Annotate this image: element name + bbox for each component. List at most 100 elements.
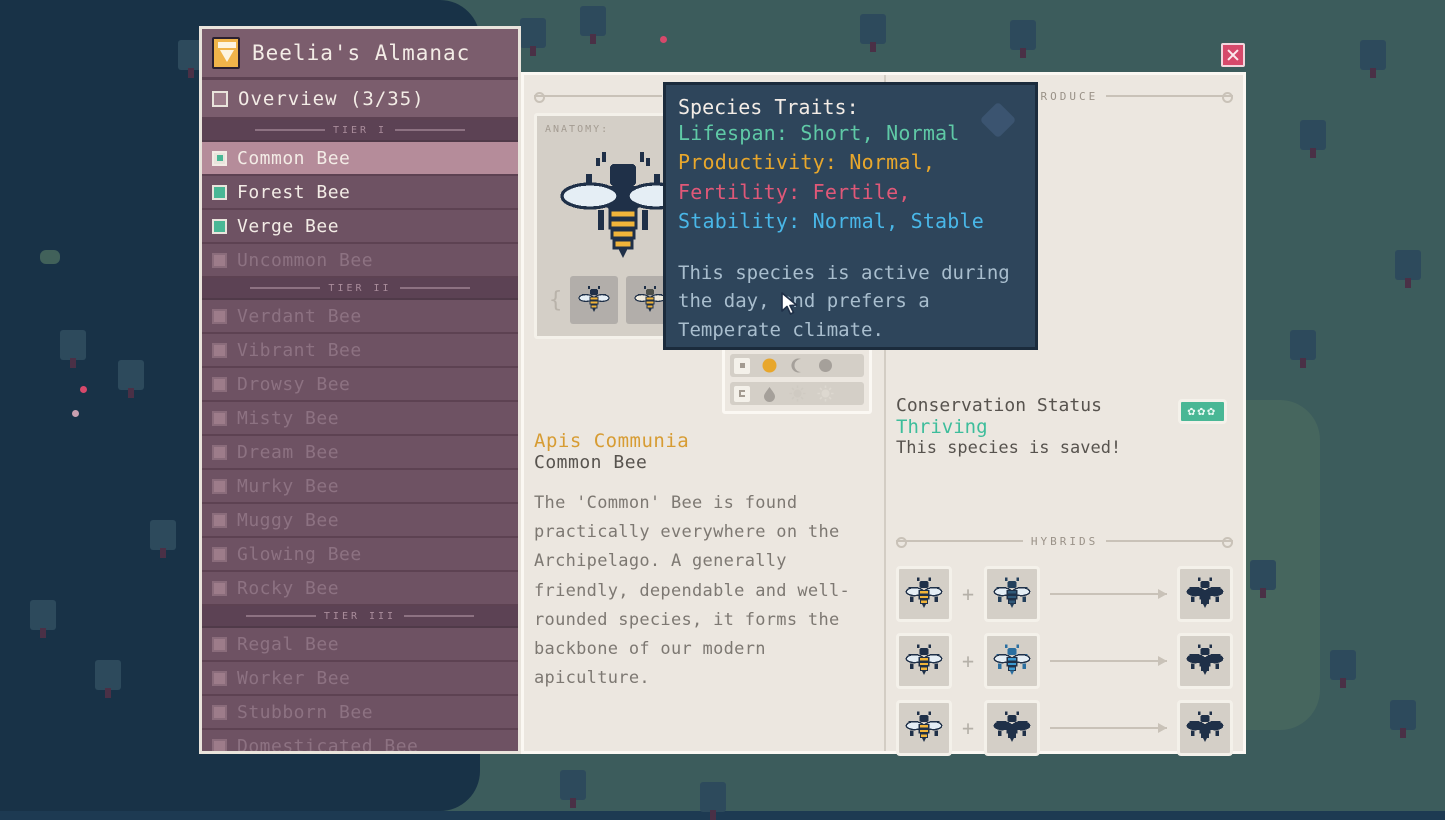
sidebar-item-muggy-bee[interactable]: Muggy Bee bbox=[202, 504, 518, 538]
hot-icon[interactable] bbox=[817, 385, 834, 402]
species-checkbox-icon bbox=[212, 410, 227, 426]
species-name-label: Worker Bee bbox=[237, 667, 351, 689]
close-icon[interactable] bbox=[1221, 43, 1245, 67]
scientific-name: Apis Communia bbox=[534, 430, 690, 452]
plus-icon: + bbox=[962, 716, 975, 740]
page-title: Beelia's Almanac bbox=[252, 41, 471, 65]
hybrid-parent-a[interactable] bbox=[896, 633, 952, 689]
species-checkbox-icon bbox=[212, 546, 227, 562]
species-checkbox-icon bbox=[212, 738, 227, 751]
species-name-label: Forest Bee bbox=[237, 181, 351, 203]
sidebar-item-forest-bee[interactable]: Forest Bee bbox=[202, 176, 518, 210]
sidebar-item-vibrant-bee[interactable]: Vibrant Bee bbox=[202, 334, 518, 368]
window-title-bar: Beelia's Almanac bbox=[202, 29, 518, 80]
climate-key-icon bbox=[734, 385, 750, 402]
hybrid-row: + bbox=[896, 566, 1233, 622]
sidebar-item-worker-bee[interactable]: Worker Bee bbox=[202, 662, 518, 696]
sidebar-item-glowing-bee[interactable]: Glowing Bee bbox=[202, 538, 518, 572]
species-checkbox-icon bbox=[212, 478, 227, 494]
mouse-cursor bbox=[781, 292, 799, 320]
cold-icon[interactable] bbox=[761, 385, 778, 402]
sidebar-item-domesticated-bee[interactable]: Domesticated Bee bbox=[202, 730, 518, 754]
species-traits-icons[interactable] bbox=[722, 345, 872, 414]
species-name-label: Stubborn Bee bbox=[237, 701, 374, 723]
tier-label: TIER II bbox=[328, 282, 392, 294]
tier-separator: TIER III bbox=[202, 606, 518, 628]
tooltip-trait-line: Fertility: Fertile, bbox=[678, 179, 911, 204]
hybrids-header-label: HYBRIDS bbox=[1030, 534, 1099, 548]
dusk-icon[interactable] bbox=[817, 357, 834, 374]
tooltip-trait-line: Productivity: Normal, bbox=[678, 150, 936, 175]
species-name-label: Glowing Bee bbox=[237, 543, 362, 565]
climate-row[interactable] bbox=[730, 382, 864, 405]
tier-separator: TIER II bbox=[202, 278, 518, 300]
hybrid-parent-a[interactable] bbox=[896, 566, 952, 622]
hybrid-parent-b[interactable] bbox=[984, 633, 1041, 689]
plus-icon: + bbox=[962, 582, 975, 606]
species-checkbox-icon bbox=[212, 670, 227, 686]
species-checkbox-icon bbox=[212, 252, 227, 268]
species-name-label: Uncommon Bee bbox=[237, 249, 374, 271]
species-name-label: Regal Bee bbox=[237, 633, 340, 655]
hybrid-result[interactable] bbox=[1177, 700, 1233, 756]
sidebar-item-uncommon-bee[interactable]: Uncommon Bee bbox=[202, 244, 518, 278]
arrow-icon bbox=[1050, 723, 1167, 733]
hybrid-result[interactable] bbox=[1177, 566, 1233, 622]
moon-icon[interactable] bbox=[789, 357, 806, 374]
hybrid-parent-b[interactable] bbox=[984, 566, 1041, 622]
arrow-icon bbox=[1050, 589, 1167, 599]
sidebar-item-overview[interactable]: Overview (3/35) bbox=[202, 80, 518, 120]
conservation-block: Conservation Status Thriving This specie… bbox=[896, 395, 1233, 458]
species-checkbox-icon bbox=[212, 376, 227, 392]
hybrid-row: + bbox=[896, 700, 1233, 756]
species-name-label: Dream Bee bbox=[237, 441, 340, 463]
sidebar-item-verdant-bee[interactable]: Verdant Bee bbox=[202, 300, 518, 334]
hybrid-parent-b[interactable] bbox=[984, 700, 1041, 756]
species-name-label: Vibrant Bee bbox=[237, 339, 362, 361]
species-checkbox-icon bbox=[212, 342, 227, 358]
sun-icon[interactable] bbox=[761, 357, 778, 374]
hybrid-result[interactable] bbox=[1177, 633, 1233, 689]
sidebar-item-rocky-bee[interactable]: Rocky Bee bbox=[202, 572, 518, 606]
sidebar-item-drowsy-bee[interactable]: Drowsy Bee bbox=[202, 368, 518, 402]
tooltip-trait-line: Stability: Normal, Stable bbox=[678, 209, 985, 234]
tier-separator: TIER I bbox=[202, 120, 518, 142]
species-name-label: Drowsy Bee bbox=[237, 373, 351, 395]
temperate-icon[interactable] bbox=[789, 385, 806, 402]
sidebar-item-stubborn-bee[interactable]: Stubborn Bee bbox=[202, 696, 518, 730]
common-name: Common Bee bbox=[534, 452, 648, 473]
overview-checkbox-icon bbox=[212, 90, 228, 107]
species-checkbox-icon bbox=[212, 636, 227, 652]
sidebar-item-misty-bee[interactable]: Misty Bee bbox=[202, 402, 518, 436]
species-sidebar[interactable]: Beelia's Almanac Overview (3/35) TIER I C… bbox=[199, 26, 521, 754]
species-checkbox-icon bbox=[212, 150, 227, 166]
species-name-label: Verge Bee bbox=[237, 215, 340, 237]
activity-row[interactable] bbox=[730, 354, 864, 377]
tooltip-description: This species is active during the day, a… bbox=[678, 261, 1010, 341]
book-icon bbox=[212, 37, 240, 69]
sidebar-item-murky-bee[interactable]: Murky Bee bbox=[202, 470, 518, 504]
tooltip-trait-line: Lifespan: Short, Normal bbox=[678, 121, 960, 145]
sidebar-item-regal-bee[interactable]: Regal Bee bbox=[202, 628, 518, 662]
species-name-label: Domesticated Bee bbox=[237, 735, 419, 754]
tier-label: TIER III bbox=[323, 610, 397, 622]
species-checkbox-icon bbox=[212, 580, 227, 596]
species-checkbox-icon bbox=[212, 512, 227, 528]
tooltip-trait-lines: Lifespan: Short, Normal Productivity: Nor… bbox=[678, 119, 1023, 237]
hybrids-list: + + + bbox=[896, 566, 1233, 756]
hybrid-parent-a[interactable] bbox=[896, 700, 952, 756]
overview-label: Overview (3/35) bbox=[238, 87, 425, 110]
tier-list: TIER I Common Bee Forest Bee Verge Bee Uncom… bbox=[202, 120, 518, 754]
conservation-badge: ✿✿✿ bbox=[1177, 399, 1227, 424]
activity-key-icon bbox=[734, 357, 750, 374]
species-name-label: Murky Bee bbox=[237, 475, 340, 497]
sidebar-item-verge-bee[interactable]: Verge Bee bbox=[202, 210, 518, 244]
hybrid-row: + bbox=[896, 633, 1233, 689]
bee-variant-queen[interactable] bbox=[570, 276, 619, 324]
arrow-icon bbox=[1050, 656, 1167, 666]
species-checkbox-icon bbox=[212, 704, 227, 720]
sidebar-item-dream-bee[interactable]: Dream Bee bbox=[202, 436, 518, 470]
species-name-label: Common Bee bbox=[237, 147, 351, 169]
tier-label: TIER I bbox=[332, 124, 388, 136]
sidebar-item-common-bee[interactable]: Common Bee bbox=[202, 142, 518, 176]
